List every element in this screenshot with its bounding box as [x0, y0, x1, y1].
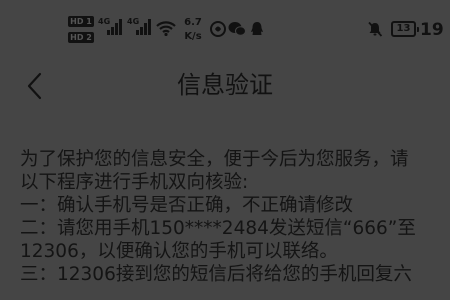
notification-app-icon: [210, 21, 226, 37]
battery-level: 13: [396, 23, 411, 34]
network-speed-unit: K/s: [184, 31, 202, 42]
status-clock: 19: [420, 20, 444, 40]
sim1-hd-badge: HD 1: [68, 16, 94, 27]
instruction-line: 二：请您用手机150****2484发送短信“666”至: [20, 218, 416, 239]
mute-bell-icon: [368, 21, 383, 37]
status-bar: HD 1 HD 2 4G 4G 6.7 K/s 13 19: [0, 0, 450, 48]
wechat-icon: [228, 22, 246, 36]
network-speed-value: 6.7: [184, 17, 202, 28]
battery-icon: 13: [391, 21, 419, 37]
sim2-hd-badge: HD 2: [68, 32, 94, 43]
instruction-line: 三：12306接到您的短信后将给您的手机回复六: [20, 264, 412, 285]
instruction-line: 一：确认手机号是否正确，不正确请修改: [20, 195, 354, 216]
instruction-line: 为了保护您的信息安全，便于今后为您服务，请: [20, 149, 409, 170]
qq-icon: [251, 22, 263, 35]
instruction-line: 以下程序进行手机双向核验:: [20, 172, 249, 193]
network-speed: 6.7 K/s: [182, 16, 204, 44]
verification-instructions: 为了保护您的信息安全，便于今后为您服务，请 以下程序进行手机双向核验: 一：确认…: [20, 148, 450, 286]
page-title: 信息验证: [177, 71, 273, 99]
instruction-line: 12306，以便确认您的手机可以联络。: [20, 241, 338, 262]
wifi-icon: [156, 21, 176, 36]
